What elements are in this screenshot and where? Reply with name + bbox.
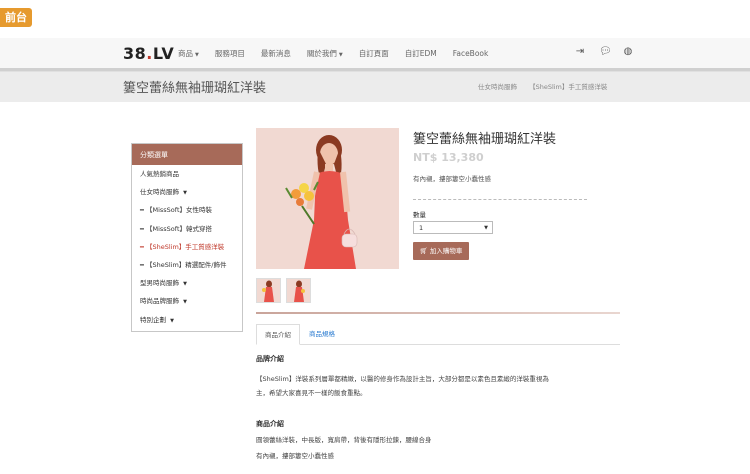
breadcrumb-item[interactable]: 【SheSlim】手工質感洋裝 <box>529 83 607 91</box>
tab-specs[interactable]: 商品規格 <box>302 324 342 343</box>
product-tabs: 商品介紹 商品規格 <box>256 324 620 345</box>
nav-about[interactable]: 關於我們 ▼ <box>307 38 343 68</box>
chat-icon[interactable]: 💬︎ <box>599 47 612 57</box>
caret-down-icon: ▼ <box>170 317 174 324</box>
section-divider <box>256 312 620 314</box>
sidebar-item-hot[interactable]: 人氣熱銷商品 <box>132 165 242 183</box>
sidebar-heading: 分類選單 <box>132 144 242 165</box>
divider <box>413 199 587 200</box>
sidebar-item-misssoft-women[interactable]: ━ 【MissSoft】女性時裝 <box>132 201 242 219</box>
product-intro-text: 有內襯，摟部簍空小蠢性感 <box>256 452 334 460</box>
sidebar-item-men[interactable]: 型男時尚服飾 ▼ <box>132 274 242 292</box>
caret-down-icon: ▼ <box>183 281 187 288</box>
quantity-label: 數量 <box>413 211 426 219</box>
brand-intro-title: 品牌介紹 <box>256 355 284 363</box>
add-to-cart-button[interactable]: 🛒︎ 加入購物車 <box>413 242 469 260</box>
caret-down-icon: ▼ <box>183 299 187 306</box>
nav-products[interactable]: 商品 ▼ <box>178 38 199 68</box>
nav-services[interactable]: 服務項目 <box>215 38 245 68</box>
product-intro-title: 商品介紹 <box>256 420 284 428</box>
product-note: 有內襯，摟部簍空小蠢性感 <box>413 175 491 183</box>
header-icons: ⇥ 💬︎ ◍ <box>575 47 647 57</box>
frontend-badge: 前台 <box>0 8 32 27</box>
quantity-select[interactable]: 1 ▼ <box>413 221 493 234</box>
top-navbar: 38.LV 商品 ▼ 服務項目 最新消息 關於我們 ▼ 自訂頁面 自訂EDM Fac… <box>0 38 750 71</box>
breadcrumb: 仕女時尚服飾 【SheSlim】手工質感洋裝 <box>478 81 617 91</box>
nav-custom-page[interactable]: 自訂頁面 <box>359 38 389 68</box>
cart-icon: 🛒︎ <box>419 247 428 255</box>
brand-intro-text: 【SheSlim】洋裝系列層單都精緻，以醫的修身作為設計主旨，大部分都是以素色且… <box>256 375 549 383</box>
product-price: NT$ 13,380 <box>413 151 484 164</box>
sidebar-item-sheslim-dress[interactable]: ━ 【SheSlim】手工質感洋裝 <box>132 238 242 256</box>
sidebar-item-special[interactable]: 特別企劃 ▼ <box>132 311 242 329</box>
product-thumbnail[interactable] <box>256 278 281 303</box>
page-title-bar: 簍空蕾絲無袖珊瑚紅洋裝 仕女時尚服飾 【SheSlim】手工質感洋裝 <box>0 71 750 102</box>
sidebar-item-women[interactable]: 仕女時尚服飾 ▼ <box>132 183 242 201</box>
product-thumbnail[interactable] <box>286 278 311 303</box>
product-main-image[interactable] <box>256 128 399 269</box>
page-title: 簍空蕾絲無袖珊瑚紅洋裝 <box>123 81 267 96</box>
login-icon[interactable]: ⇥ <box>575 47 585 57</box>
globe-icon[interactable]: ◍ <box>623 47 633 57</box>
product-intro-text: 圓領蕾絲洋裝，中長版，寬肩帶，背後有隱形拉鍊，腰線合身 <box>256 436 432 444</box>
breadcrumb-item[interactable]: 仕女時尚服飾 <box>478 83 517 91</box>
caret-down-icon: ▼ <box>183 190 187 197</box>
site-logo[interactable]: 38.LV <box>123 44 174 63</box>
sidebar-item-sheslim-accessories[interactable]: ━ 【SheSlim】精選配件/飾件 <box>132 256 242 274</box>
product-name: 簍空蕾絲無袖珊瑚紅洋裝 <box>413 132 557 147</box>
nav-custom-edm[interactable]: 自訂EDM <box>405 38 437 68</box>
chevron-down-icon: ▼ <box>484 225 488 231</box>
sidebar-item-brand[interactable]: 時尚品牌服飾 ▼ <box>132 292 242 310</box>
brand-intro-text: 主，希望大家喜見不一樣的飯食重點。 <box>256 389 367 397</box>
tab-description[interactable]: 商品介紹 <box>256 324 300 345</box>
sidebar-item-misssoft-korean[interactable]: ━ 【MissSoft】韓式穿搭 <box>132 220 242 238</box>
nav-facebook[interactable]: FaceBook <box>453 38 489 68</box>
main-menu: 商品 ▼ 服務項目 最新消息 關於我們 ▼ 自訂頁面 自訂EDM FaceBook <box>178 38 504 68</box>
nav-news[interactable]: 最新消息 <box>261 38 291 68</box>
category-sidebar: 分類選單 人氣熱銷商品 仕女時尚服飾 ▼ ━ 【MissSoft】女性時裝 ━ … <box>131 143 243 332</box>
